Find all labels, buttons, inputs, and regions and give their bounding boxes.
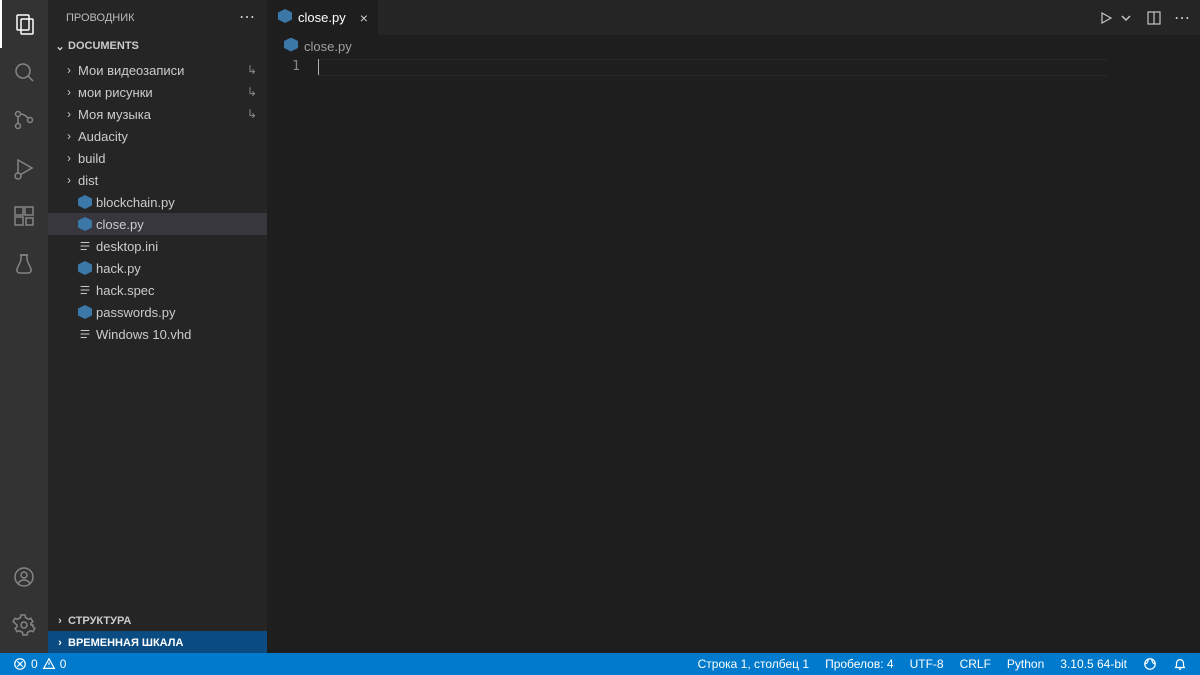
file-icon: [76, 283, 94, 297]
python-icon: [284, 38, 298, 55]
symlink-icon: ↳: [247, 85, 257, 99]
outline-label: СТРУКТУРА: [68, 615, 131, 627]
status-language[interactable]: Python: [1002, 657, 1049, 671]
timeline-label: ВРЕМЕННАЯ ШКАЛА: [68, 637, 183, 649]
line-gutter: 1: [268, 57, 318, 653]
file-label: dist: [76, 173, 98, 188]
activity-search[interactable]: [0, 48, 48, 96]
activity-run-debug[interactable]: [0, 144, 48, 192]
file-label: Audacity: [76, 129, 128, 144]
file-label: hack.spec: [94, 283, 155, 298]
sidebar-title-row: ПРОВОДНИК ⋯: [48, 0, 267, 35]
file-label: Моя музыка: [76, 107, 151, 122]
file-label: blockchain.py: [94, 195, 175, 210]
chevron-down-icon[interactable]: [1118, 10, 1134, 26]
file-label: мои рисунки: [76, 85, 153, 100]
editor-area: close.py × ⋯ close.py: [268, 0, 1200, 653]
breadcrumbs[interactable]: close.py: [268, 35, 1200, 57]
tab-label: close.py: [298, 10, 346, 25]
activity-testing[interactable]: [0, 240, 48, 288]
folder-item[interactable]: › мои рисунки ↳: [48, 81, 267, 103]
outline-panel-header[interactable]: › СТРУКТУРА: [48, 609, 267, 631]
activity-accounts[interactable]: [0, 553, 48, 601]
breadcrumb-file: close.py: [304, 39, 352, 54]
editor-tab[interactable]: close.py ×: [268, 0, 379, 35]
sidebar: ПРОВОДНИК ⋯ ⌄ DOCUMENTS › Мои видеозапис…: [48, 0, 268, 653]
chevron-right-icon: ›: [62, 63, 76, 77]
status-encoding[interactable]: UTF-8: [905, 657, 949, 671]
file-label: close.py: [94, 217, 144, 232]
symlink-icon: ↳: [247, 63, 257, 77]
editor-body[interactable]: 1: [268, 57, 1200, 653]
chevron-right-icon: ›: [52, 637, 68, 649]
activity-explorer[interactable]: [0, 0, 48, 48]
file-item[interactable]: hack.spec: [48, 279, 267, 301]
status-line-col[interactable]: Строка 1, столбец 1: [693, 657, 814, 671]
chevron-right-icon: ›: [62, 85, 76, 99]
folder-item[interactable]: › build: [48, 147, 267, 169]
file-item[interactable]: passwords.py: [48, 301, 267, 323]
status-python-interpreter[interactable]: 3.10.5 64-bit: [1055, 657, 1132, 671]
file-item[interactable]: Windows 10.vhd: [48, 323, 267, 345]
status-bar: 0 0 Строка 1, столбец 1 Пробелов: 4 UTF-…: [0, 653, 1200, 675]
activity-settings[interactable]: [0, 601, 48, 649]
status-eol[interactable]: CRLF: [955, 657, 996, 671]
folder-item[interactable]: › dist: [48, 169, 267, 191]
python-icon: [76, 305, 94, 319]
activity-extensions[interactable]: [0, 192, 48, 240]
folder-root-header[interactable]: ⌄ DOCUMENTS: [48, 35, 267, 57]
file-item[interactable]: close.py: [48, 213, 267, 235]
file-item[interactable]: hack.py: [48, 257, 267, 279]
python-icon: [76, 195, 94, 209]
python-icon: [278, 9, 292, 26]
chevron-right-icon: ›: [52, 615, 68, 627]
sidebar-title: ПРОВОДНИК: [66, 12, 135, 24]
file-label: Windows 10.vhd: [94, 327, 191, 342]
status-bell-icon[interactable]: [1168, 657, 1192, 671]
chevron-right-icon: ›: [62, 107, 76, 121]
file-label: passwords.py: [94, 305, 175, 320]
folder-root-label: DOCUMENTS: [68, 40, 139, 52]
file-label: Мои видеозаписи: [76, 63, 184, 78]
file-item[interactable]: desktop.ini: [48, 235, 267, 257]
timeline-panel-header[interactable]: › ВРЕМЕННАЯ ШКАЛА: [48, 631, 267, 653]
file-label: desktop.ini: [94, 239, 158, 254]
file-item[interactable]: blockchain.py: [48, 191, 267, 213]
file-icon: [76, 239, 94, 253]
file-icon: [76, 327, 94, 341]
folder-item[interactable]: › Мои видеозаписи ↳: [48, 59, 267, 81]
more-icon[interactable]: ⋯: [1174, 8, 1190, 28]
chevron-right-icon: ›: [62, 173, 76, 187]
status-warnings-count: 0: [60, 657, 67, 671]
code-area[interactable]: [318, 57, 1108, 653]
editor-actions: ⋯: [1098, 0, 1200, 35]
folder-item[interactable]: › Audacity: [48, 125, 267, 147]
run-icon[interactable]: [1098, 10, 1114, 26]
python-icon: [76, 217, 94, 231]
folder-item[interactable]: › Моя музыка ↳: [48, 103, 267, 125]
chevron-right-icon: ›: [62, 151, 76, 165]
file-label: build: [76, 151, 105, 166]
close-icon[interactable]: ×: [360, 10, 368, 26]
file-tree: › Мои видеозаписи ↳ › мои рисунки ↳ › Мо…: [48, 57, 267, 609]
code-line[interactable]: [318, 59, 1108, 77]
activity-source-control[interactable]: [0, 96, 48, 144]
symlink-icon: ↳: [247, 107, 257, 121]
line-number: 1: [268, 59, 300, 74]
chevron-right-icon: ›: [62, 129, 76, 143]
status-problems[interactable]: 0 0: [8, 657, 71, 671]
status-errors-count: 0: [31, 657, 38, 671]
chevron-down-icon: ⌄: [52, 40, 68, 53]
sidebar-more-icon[interactable]: ⋯: [239, 10, 255, 26]
tab-bar: close.py × ⋯: [268, 0, 1200, 35]
split-editor-icon[interactable]: [1146, 10, 1162, 26]
activity-bar: [0, 0, 48, 653]
status-feedback-icon[interactable]: [1138, 657, 1162, 671]
python-icon: [76, 261, 94, 275]
file-label: hack.py: [94, 261, 141, 276]
status-indent[interactable]: Пробелов: 4: [820, 657, 899, 671]
